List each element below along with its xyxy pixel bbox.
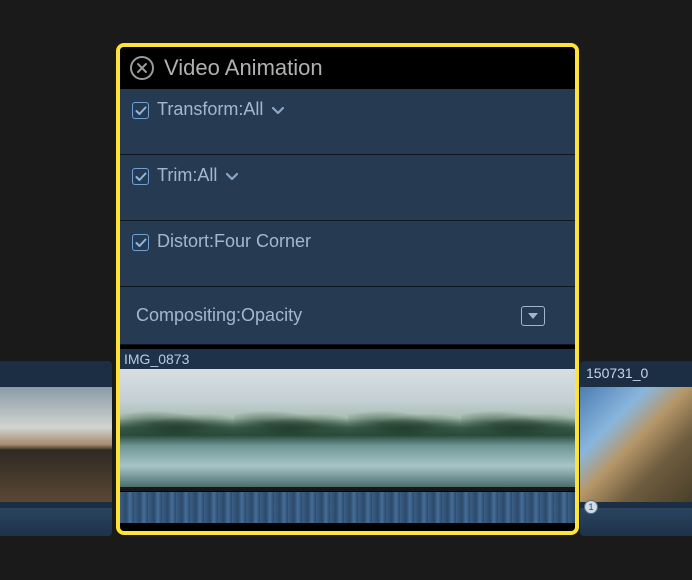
checkbox-distort[interactable] bbox=[132, 234, 149, 251]
parameter-dropdown[interactable] bbox=[271, 106, 285, 116]
timeline-clip-right[interactable]: 150731_0 1 bbox=[580, 361, 692, 536]
clip-thumbnail bbox=[0, 387, 112, 502]
check-icon bbox=[135, 238, 147, 248]
effect-label: Trim:All bbox=[157, 165, 217, 186]
parameter-dropdown[interactable] bbox=[225, 172, 239, 182]
check-icon bbox=[135, 172, 147, 182]
clip-audio-waveform bbox=[0, 508, 112, 536]
clip-label: 150731_0 bbox=[586, 365, 648, 381]
checkbox-transform[interactable] bbox=[132, 102, 149, 119]
close-button[interactable] bbox=[130, 56, 154, 80]
clip-audio-waveform bbox=[580, 508, 692, 536]
compositing-row[interactable]: Compositing:Opacity bbox=[120, 287, 575, 345]
check-icon bbox=[135, 106, 147, 116]
clip-audio-waveform bbox=[120, 491, 575, 523]
effect-row-distort[interactable]: Distort:Four Corner bbox=[120, 221, 575, 287]
clip-thumbnail bbox=[580, 387, 692, 502]
clip-preview-area[interactable]: IMG_0873 bbox=[120, 345, 575, 523]
timeline-clip-left[interactable] bbox=[0, 361, 112, 536]
chevron-down-icon bbox=[271, 106, 285, 116]
panel-header: Video Animation bbox=[120, 47, 575, 89]
close-icon bbox=[136, 62, 148, 74]
triangle-down-icon bbox=[527, 312, 539, 320]
compositing-label: Compositing:Opacity bbox=[132, 305, 302, 326]
panel-title: Video Animation bbox=[164, 55, 323, 81]
fade-handle-marker[interactable]: 1 bbox=[584, 500, 598, 514]
checkbox-trim[interactable] bbox=[132, 168, 149, 185]
filmstrip bbox=[120, 369, 575, 487]
chevron-down-icon bbox=[225, 172, 239, 182]
video-animation-panel: Video Animation Transform:All Trim:All bbox=[116, 43, 579, 535]
effect-row-transform[interactable]: Transform:All bbox=[120, 89, 575, 155]
effect-label: Transform:All bbox=[157, 99, 263, 120]
expand-button[interactable] bbox=[521, 306, 545, 326]
effect-label: Distort:Four Corner bbox=[157, 231, 311, 252]
clip-name-label: IMG_0873 bbox=[124, 351, 189, 367]
effect-row-trim[interactable]: Trim:All bbox=[120, 155, 575, 221]
